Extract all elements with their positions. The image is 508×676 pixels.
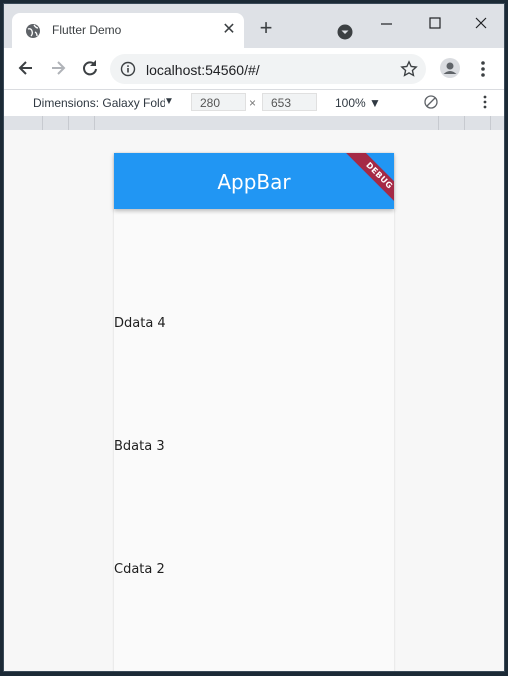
list-item: Bdata 3 [114, 439, 165, 454]
media-query-segment[interactable] [68, 116, 95, 130]
device-toolbar: Dimensions: Galaxy Fold ▼ 280 × 653 100%… [4, 90, 504, 116]
close-window-icon[interactable] [471, 14, 491, 34]
browser-window: Flutter Demo ✕ + localhost:54560/#/ Dime… [4, 4, 504, 671]
media-query-segment[interactable] [4, 116, 43, 130]
list-item: Ddata 4 [114, 316, 166, 331]
browser-menu-icon[interactable] [480, 60, 486, 78]
more-options-icon[interactable] [483, 95, 487, 109]
tab-search-icon[interactable] [337, 24, 353, 40]
debug-banner: DEBUG [338, 153, 394, 209]
tab-flutter-demo[interactable]: Flutter Demo ✕ [12, 13, 244, 48]
tab-strip: Flutter Demo ✕ + [4, 4, 504, 48]
width-input[interactable]: 280 [191, 93, 246, 111]
bookmark-star-icon[interactable] [400, 60, 418, 78]
device-viewport: AppBar DEBUG Ddata 4 Bdata 3 Cdata 2 [4, 130, 504, 671]
new-tab-button[interactable]: + [256, 17, 276, 39]
chevron-down-icon[interactable]: ▼ [164, 96, 174, 107]
profile-avatar-icon[interactable] [440, 58, 460, 78]
flutter-app-screen: AppBar DEBUG Ddata 4 Bdata 3 Cdata 2 [114, 153, 394, 671]
media-query-segment[interactable] [42, 116, 69, 130]
tab-title: Flutter Demo [52, 23, 122, 37]
rotate-icon[interactable] [423, 94, 439, 110]
app-bar: AppBar DEBUG [114, 153, 394, 209]
browser-toolbar: localhost:54560/#/ [4, 48, 504, 90]
media-query-segment[interactable] [412, 116, 439, 130]
media-query-bar[interactable] [4, 116, 504, 130]
device-dimensions-select[interactable]: Dimensions: Galaxy Fold [33, 96, 165, 110]
dimension-separator: × [249, 96, 257, 110]
address-bar[interactable]: localhost:54560/#/ [110, 54, 426, 84]
media-query-segment[interactable] [464, 116, 491, 130]
debug-banner-label: DEBUG [342, 153, 394, 209]
maximize-icon[interactable] [425, 14, 445, 34]
reload-icon[interactable] [80, 58, 100, 78]
forward-icon[interactable] [48, 58, 68, 78]
tab-close-icon[interactable]: ✕ [220, 21, 238, 39]
list-item: Cdata 2 [114, 562, 165, 577]
url-text[interactable]: localhost:54560/#/ [146, 62, 260, 78]
site-info-icon[interactable] [120, 61, 136, 77]
media-query-segment[interactable] [438, 116, 465, 130]
minimize-icon[interactable] [377, 14, 397, 34]
globe-icon [26, 24, 40, 38]
height-input[interactable]: 653 [262, 93, 317, 111]
zoom-select[interactable]: 100% ▼ [335, 96, 381, 110]
back-icon[interactable] [16, 58, 36, 78]
